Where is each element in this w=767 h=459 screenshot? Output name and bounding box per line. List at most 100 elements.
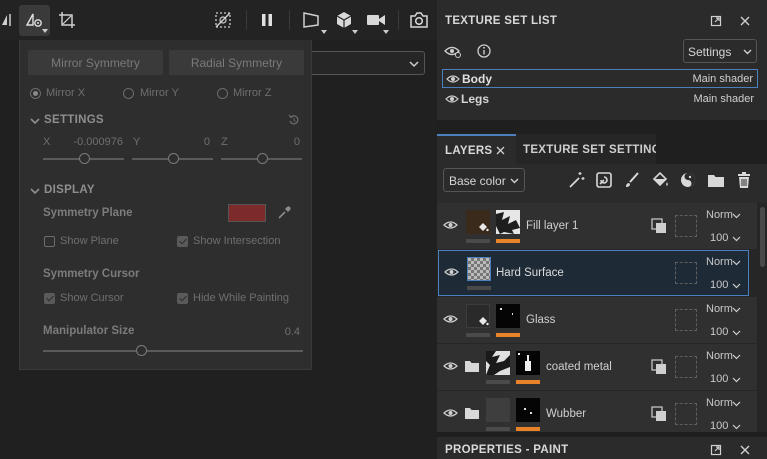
layer-name[interactable]: Wubber — [546, 408, 586, 420]
show-cursor-checkbox[interactable] — [44, 293, 55, 304]
chevron-down-icon[interactable] — [732, 281, 741, 290]
layer-row-wubber[interactable]: Wubber Norm 100 — [437, 391, 757, 432]
hide-grid-icon[interactable] — [214, 11, 232, 29]
mirror-x-radio[interactable] — [30, 88, 41, 99]
instance-icon[interactable] — [651, 218, 667, 234]
texture-set-shader[interactable]: Main shader — [693, 93, 754, 105]
z-offset-value[interactable]: 0 — [260, 136, 300, 148]
manipulator-size-slider[interactable] — [43, 350, 303, 352]
eye-icon[interactable] — [446, 73, 460, 85]
layer-row-glass[interactable]: Glass Norm 100 — [437, 297, 757, 343]
texture-set-settings-select[interactable]: Settings — [683, 39, 757, 63]
tab-texture-set-settings[interactable]: TEXTURE SET SETTINGS — [516, 134, 669, 164]
chevron-down-icon[interactable] — [383, 30, 389, 34]
layer-name[interactable]: coated metal — [546, 361, 612, 373]
layer-mask-slot[interactable] — [675, 262, 697, 284]
mirror-symmetry-button[interactable]: Mirror Symmetry — [28, 50, 163, 75]
layer-row-coated-metal[interactable]: coated metal Norm 100 — [437, 344, 757, 390]
eye-icon[interactable] — [443, 407, 458, 419]
eye-icon[interactable] — [444, 266, 459, 278]
chevron-down-icon[interactable] — [732, 305, 741, 314]
chevron-down-icon[interactable] — [732, 375, 741, 384]
chevron-down-icon[interactable] — [732, 234, 741, 243]
close-icon[interactable] — [739, 15, 751, 27]
eye-icon[interactable] — [445, 93, 459, 105]
folder-icon[interactable] — [464, 406, 480, 420]
show-intersection-checkbox[interactable] — [177, 236, 188, 247]
layer-scrollbar-track[interactable] — [758, 203, 767, 432]
symmetry-icon[interactable] — [0, 10, 14, 30]
reset-icon[interactable] — [288, 114, 300, 126]
mirror-z-radio[interactable] — [217, 88, 228, 99]
chevron-down-icon[interactable] — [732, 422, 741, 431]
add-paint-layer-icon[interactable] — [623, 171, 641, 189]
3d-cube-icon[interactable] — [334, 10, 354, 30]
layer-blend-mode[interactable]: Norm — [706, 209, 733, 221]
layer-name[interactable]: Fill layer 1 — [526, 220, 578, 232]
layer-blend-mode[interactable]: Norm — [706, 256, 733, 268]
pop-out-icon[interactable] — [710, 15, 722, 27]
pop-out-icon[interactable] — [710, 444, 722, 456]
chevron-down-icon[interactable] — [732, 211, 741, 220]
symmetry-plane-color-swatch[interactable] — [228, 204, 266, 222]
tab-layers[interactable]: LAYERS — [437, 134, 516, 164]
y-offset-slider-handle[interactable] — [168, 153, 179, 164]
radial-symmetry-button[interactable]: Radial Symmetry — [169, 50, 304, 75]
viewport-mode-select[interactable] — [312, 51, 425, 75]
instance-icon[interactable] — [651, 406, 667, 422]
manipulator-size-value[interactable]: 0.4 — [270, 326, 300, 338]
chevron-down-icon[interactable] — [732, 399, 741, 408]
add-mask-icon[interactable] — [595, 171, 613, 189]
layer-opacity[interactable]: 100 — [710, 326, 728, 338]
video-camera-icon[interactable] — [366, 12, 386, 28]
smart-material-icon[interactable] — [679, 171, 697, 189]
mirror-y-radio[interactable] — [123, 88, 134, 99]
show-plane-checkbox[interactable] — [44, 236, 55, 247]
layer-mask-slot[interactable] — [675, 215, 697, 237]
eye-icon[interactable] — [443, 313, 458, 325]
hide-while-painting-checkbox[interactable] — [177, 293, 188, 304]
close-icon[interactable] — [495, 145, 506, 156]
layer-name[interactable]: Glass — [526, 314, 555, 326]
eye-icon[interactable] — [443, 219, 458, 231]
layer-mask-slot[interactable] — [675, 309, 697, 331]
layer-blend-mode[interactable]: Norm — [706, 397, 733, 409]
camera-frame-icon[interactable] — [302, 11, 322, 29]
layer-blend-mode[interactable]: Norm — [706, 350, 733, 362]
layer-mask-slot[interactable] — [675, 356, 697, 378]
close-icon[interactable] — [739, 444, 751, 456]
eyedropper-icon[interactable] — [277, 206, 291, 220]
layer-opacity[interactable]: 100 — [710, 373, 728, 385]
chevron-down-icon[interactable] — [352, 30, 358, 34]
layer-opacity[interactable]: 100 — [710, 279, 728, 291]
x-offset-slider-handle[interactable] — [79, 153, 90, 164]
add-effect-icon[interactable] — [567, 171, 585, 189]
x-offset-value[interactable]: -0.000976 — [73, 136, 123, 148]
chevron-down-icon[interactable] — [732, 352, 741, 361]
folder-icon[interactable] — [464, 359, 480, 373]
channel-select[interactable]: Base color — [443, 168, 525, 192]
transform-icon[interactable] — [58, 11, 76, 29]
manipulator-size-slider-handle[interactable] — [136, 345, 147, 356]
layer-opacity[interactable]: 100 — [710, 232, 728, 244]
eye-icon[interactable] — [443, 360, 458, 372]
symmetry-settings-button[interactable] — [19, 5, 50, 36]
screenshot-icon[interactable] — [409, 11, 429, 29]
pause-icon[interactable] — [259, 12, 275, 28]
layer-mask-slot[interactable] — [675, 403, 697, 425]
add-folder-icon[interactable] — [707, 171, 725, 189]
chevron-down-icon[interactable] — [30, 116, 40, 126]
y-offset-value[interactable]: 0 — [170, 136, 210, 148]
chevron-down-icon[interactable] — [30, 186, 40, 196]
chevron-down-icon[interactable] — [732, 258, 741, 267]
layer-row-fill-layer-1[interactable]: Fill layer 1 Norm 100 — [437, 203, 757, 249]
layer-name[interactable]: Hard Surface — [496, 267, 564, 279]
chevron-down-icon[interactable] — [321, 30, 327, 34]
layer-blend-mode[interactable]: Norm — [706, 303, 733, 315]
instance-icon[interactable] — [651, 359, 667, 375]
layer-row-hard-surface[interactable]: Hard Surface Norm 100 — [438, 250, 749, 296]
add-fill-layer-icon[interactable] — [651, 171, 669, 189]
visibility-settings-icon[interactable] — [444, 43, 462, 59]
texture-set-shader[interactable]: Main shader — [692, 73, 753, 85]
trash-icon[interactable] — [735, 171, 753, 189]
